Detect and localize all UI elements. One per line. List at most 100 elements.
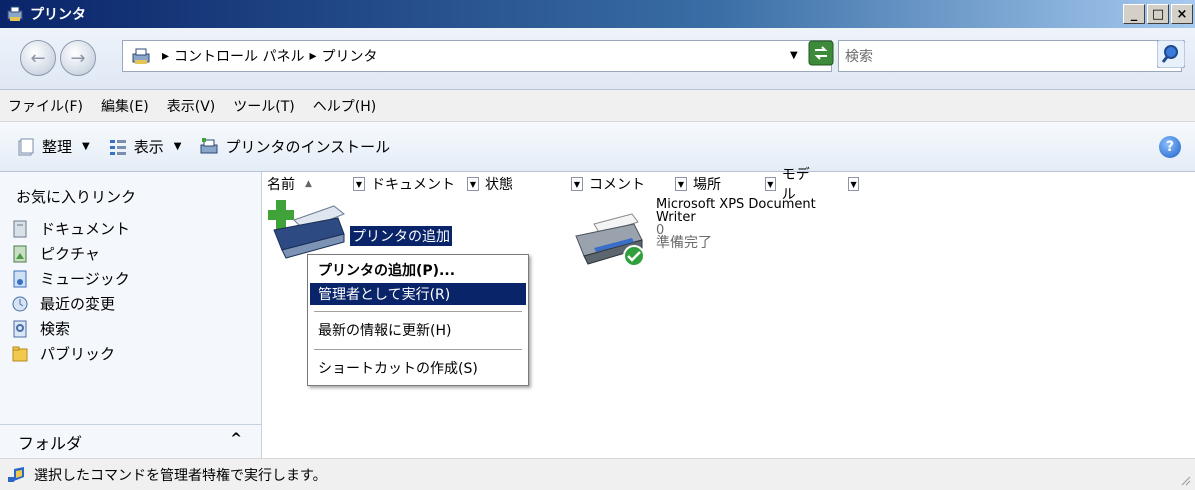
column-header-location[interactable]: ▼ 場所 <box>671 172 761 196</box>
xps-printer-details[interactable]: Microsoft XPS Document Writer 0 準備完了 <box>656 198 816 250</box>
recent-changes-icon <box>12 296 28 311</box>
context-separator <box>314 349 522 350</box>
chevron-down-icon[interactable]: ▼ <box>571 177 583 191</box>
menu-file[interactable]: ファイル(F) <box>8 96 83 116</box>
help-icon[interactable]: ? <box>1159 136 1181 158</box>
column-header-name[interactable]: 名前 ▲ <box>263 172 349 196</box>
menu-view[interactable]: 表示(V) <box>167 96 216 116</box>
forward-arrow-icon: → <box>70 47 86 69</box>
context-add-printer[interactable]: プリンタの追加(P)... <box>310 259 526 281</box>
printer-install-icon <box>200 137 218 153</box>
organize-button[interactable]: 整理 ▼ <box>16 136 90 157</box>
search-icon[interactable] <box>1157 40 1185 68</box>
column-label: 場所 <box>693 177 721 193</box>
column-headers: 名前 ▲ ▼ ドキュメント ▼ 状態 ▼ コメント ▼ 場所 ▼ モデル ▼ <box>263 167 1195 203</box>
sidebar-item-label: ピクチャ <box>40 245 100 263</box>
search-placeholder: 検索 <box>845 49 873 65</box>
music-icon <box>13 270 27 287</box>
sidebar-item-label: 検索 <box>40 320 71 338</box>
sidebar-item-label: 最近の変更 <box>40 295 116 313</box>
sidebar-item-music[interactable]: ミュージック <box>12 266 130 291</box>
column-label: 名前 <box>267 177 295 193</box>
chevron-up-icon[interactable]: ^ <box>230 431 242 447</box>
title-bar: プリンタ _ □ × <box>0 0 1195 28</box>
view-label: 表示 <box>133 138 164 156</box>
forward-button[interactable]: → <box>60 40 96 76</box>
sidebar-item-search[interactable]: 検索 <box>12 316 130 341</box>
chevron-down-icon[interactable]: ▼ <box>848 177 859 191</box>
address-dropdown-icon[interactable]: ▼ <box>790 50 798 61</box>
documents-icon <box>13 220 27 237</box>
context-separator <box>314 311 522 312</box>
chevron-down-icon[interactable]: ▼ <box>353 177 365 191</box>
menu-bar: ファイル(F) 編集(E) 表示(V) ツール(T) ヘルプ(H) <box>0 90 1195 122</box>
sidebar-item-label: ドキュメント <box>40 220 131 238</box>
folders-toggle[interactable]: フォルダ ^ <box>0 424 262 458</box>
search-input[interactable]: 検索 <box>838 40 1182 72</box>
sidebar-item-label: ミュージック <box>40 270 130 288</box>
back-button[interactable]: ← <box>20 40 56 76</box>
back-arrow-icon: ← <box>30 47 46 69</box>
column-header-status[interactable]: ▼ 状態 <box>463 172 567 196</box>
context-create-shortcut[interactable]: ショートカットの作成(S) <box>310 357 526 379</box>
chevron-down-icon[interactable]: ▼ <box>467 177 479 191</box>
folders-label: フォルダ <box>18 433 83 453</box>
maximize-button[interactable]: □ <box>1147 4 1169 24</box>
chevron-down-icon[interactable]: ▼ <box>765 177 776 191</box>
public-folder-icon <box>12 346 28 361</box>
resize-grip-icon[interactable] <box>1179 474 1191 486</box>
sidebar-item-documents[interactable]: ドキュメント <box>12 216 130 241</box>
add-printer-label[interactable]: プリンタの追加 <box>350 226 452 246</box>
menu-edit[interactable]: 編集(E) <box>101 96 149 116</box>
chevron-down-icon: ▼ <box>173 141 182 152</box>
breadcrumb-printers[interactable]: プリンタ <box>322 46 378 66</box>
install-printer-label: プリンタのインストール <box>225 138 391 156</box>
favorite-links-list: ドキュメント ピクチャ ミュージック 最近の変更 検索 パブリック <box>12 216 130 366</box>
printer-status: 準備完了 <box>656 235 712 251</box>
organize-label: 整理 <box>42 138 73 156</box>
printer-folder-icon <box>132 48 150 64</box>
organize-icon <box>18 138 34 155</box>
window-title: プリンタ <box>30 7 86 23</box>
chevron-down-icon[interactable]: ▼ <box>675 177 687 191</box>
column-label: コメント <box>589 177 645 193</box>
address-bar: ← → ▸ コントロール パネル ▸ プリンタ ▼ 検索 <box>0 28 1195 90</box>
context-refresh[interactable]: 最新の情報に更新(H) <box>310 319 526 341</box>
chevron-down-icon: ▼ <box>82 141 90 152</box>
menu-help[interactable]: ヘルプ(H) <box>313 96 376 116</box>
minimize-button[interactable]: _ <box>1123 4 1145 24</box>
close-button[interactable]: × <box>1171 4 1193 24</box>
sort-up-icon: ▲ <box>305 179 312 189</box>
sidebar-item-pictures[interactable]: ピクチャ <box>12 241 130 266</box>
status-bar: 選択したコマンドを管理者特権で実行します。 <box>0 458 1195 490</box>
search-folder-icon <box>13 320 27 337</box>
breadcrumb-separator[interactable]: ▸ <box>162 48 169 64</box>
xps-printer-icon[interactable] <box>572 210 652 270</box>
column-label: 状態 <box>485 177 513 193</box>
printer-name-line2: Writer <box>656 210 696 225</box>
column-header-comment[interactable]: ▼ コメント <box>567 172 671 196</box>
command-toolbar: 整理 ▼ 表示 ▼ プリンタのインストール ? <box>0 122 1195 172</box>
context-run-as-admin[interactable]: 管理者として実行(R) <box>310 283 526 305</box>
add-printer-icon[interactable] <box>268 200 348 260</box>
navigation-pane: お気に入りリンク ドキュメント ピクチャ ミュージック 最近の変更 検索 パブリ… <box>0 172 262 458</box>
sidebar-item-recent[interactable]: 最近の変更 <box>12 291 130 316</box>
column-header-documents[interactable]: ▼ ドキュメント <box>349 172 463 196</box>
pictures-icon <box>13 245 27 262</box>
admin-shield-icon <box>8 466 24 482</box>
context-menu: プリンタの追加(P)... 管理者として実行(R) 最新の情報に更新(H) ショ… <box>307 254 529 386</box>
sidebar-item-label: パブリック <box>40 345 116 363</box>
menu-tools[interactable]: ツール(T) <box>233 96 294 116</box>
refresh-icon[interactable] <box>808 40 834 66</box>
address-field[interactable]: ▸ コントロール パネル ▸ プリンタ <box>122 40 832 72</box>
favorite-links-title: お気に入りリンク <box>16 188 137 206</box>
printer-folder-icon <box>7 6 23 21</box>
sidebar-item-public[interactable]: パブリック <box>12 341 130 366</box>
breadcrumb-separator[interactable]: ▸ <box>309 48 316 64</box>
breadcrumb-control-panel[interactable]: コントロール パネル <box>174 46 304 66</box>
column-header-model[interactable]: ▼ モデル ▼ <box>761 167 865 203</box>
install-printer-button[interactable]: プリンタのインストール <box>199 136 390 157</box>
view-button[interactable]: 表示 ▼ <box>108 136 182 157</box>
status-text: 選択したコマンドを管理者特権で実行します。 <box>34 467 327 484</box>
column-label: ドキュメント <box>371 177 455 193</box>
